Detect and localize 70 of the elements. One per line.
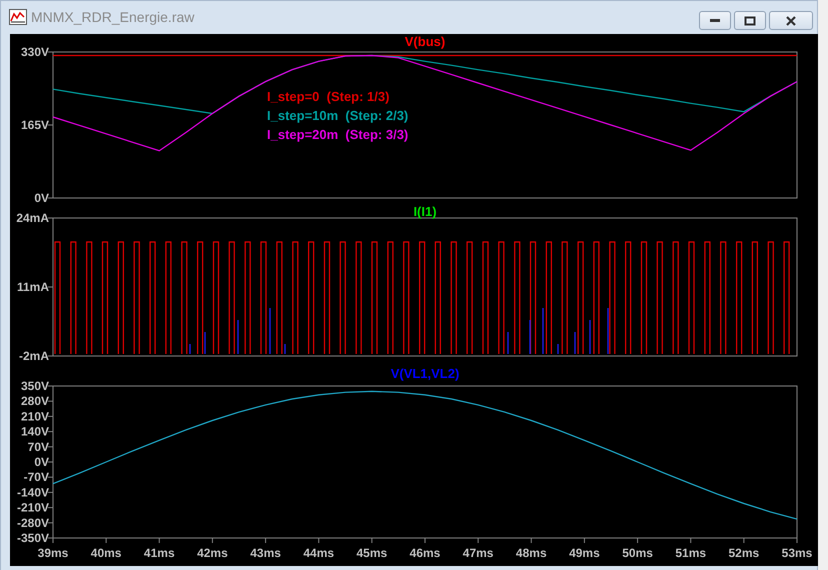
minimize-icon [710,19,720,22]
y-axis-label: -70V [24,470,49,484]
x-axis-label: 47ms [462,546,494,560]
x-axis-label: 42ms [197,546,228,560]
tick-mark [265,538,266,544]
trace-title: V(VL1,VL2) [390,366,460,381]
close-button[interactable] [769,11,813,30]
y-axis-label: -140V [16,485,49,500]
tick-mark [478,538,479,544]
y-axis-label: 24mA [16,211,49,225]
y-axis-label: 70V [28,440,49,454]
trace-title: V(bus) [404,34,446,49]
tick-mark [318,538,320,544]
window-title: MNMX_RDR_Energie.raw [31,9,194,25]
tick-mark [424,538,426,544]
x-axis-label: 46ms [410,546,440,560]
y-axis-label: 140V [20,424,49,439]
legend-entry: I_step=20m (Step: 3/3) [267,127,408,142]
x-axis-label: 40ms [90,546,122,560]
tick-mark [48,286,54,288]
trace-title: I(I1) [413,204,437,219]
tick-mark [48,492,54,493]
tick-mark [690,538,692,544]
legend-entry: I_step=10m (Step: 2/3) [267,108,408,123]
x-axis-label: 44ms [303,546,334,560]
y-axis-label: -210V [16,500,49,515]
x-axis-label: 45ms [356,546,388,560]
y-axis-label: 0V [34,455,49,469]
maximize-icon [744,16,756,26]
tick-mark [371,538,372,544]
tick-mark [48,476,54,478]
minimize-button[interactable] [699,11,731,30]
tick-mark [637,538,638,544]
x-axis-label: 53ms [782,546,812,560]
x-axis-label: 43ms [250,546,281,560]
tick-mark [48,446,54,448]
tick-mark [48,416,54,417]
tick-mark [743,538,744,544]
y-axis-label: -280V [16,516,49,530]
tick-mark [530,538,532,544]
y-axis-label: 165V [20,118,49,132]
x-axis-label: 41ms [144,546,175,560]
y-axis-label: -2mA [18,349,49,363]
tick-mark [48,124,54,126]
tick-mark [48,431,54,432]
tick-mark [48,400,54,402]
y-axis-label: -350V [16,531,49,545]
tick-mark [796,538,798,544]
tick-mark [106,538,107,544]
x-axis-label: 39ms [38,546,68,560]
tick-mark [584,538,585,544]
y-axis-label: 330V [20,45,49,59]
x-axis-label: 49ms [569,546,600,560]
y-axis-label: 11mA [16,280,49,294]
close-icon [785,16,797,26]
tick-mark [212,538,213,544]
maximize-button[interactable] [734,11,766,30]
legend-entry: I_step=0 (Step: 1/3) [267,89,390,104]
x-axis-label: 48ms [516,546,547,560]
y-axis-label: 210V [20,409,49,424]
x-axis-label: 50ms [622,546,653,560]
y-axis-label: 0V [34,191,49,204]
y-axis-label: 280V [20,394,49,408]
waveform-icon [9,9,27,25]
y-axis-label: 350V [20,379,49,393]
tick-mark [158,538,160,544]
x-axis-label: 52ms [728,546,760,560]
x-axis-label: 51ms [675,546,706,560]
tick-mark [48,522,54,524]
tick-mark [48,507,54,508]
